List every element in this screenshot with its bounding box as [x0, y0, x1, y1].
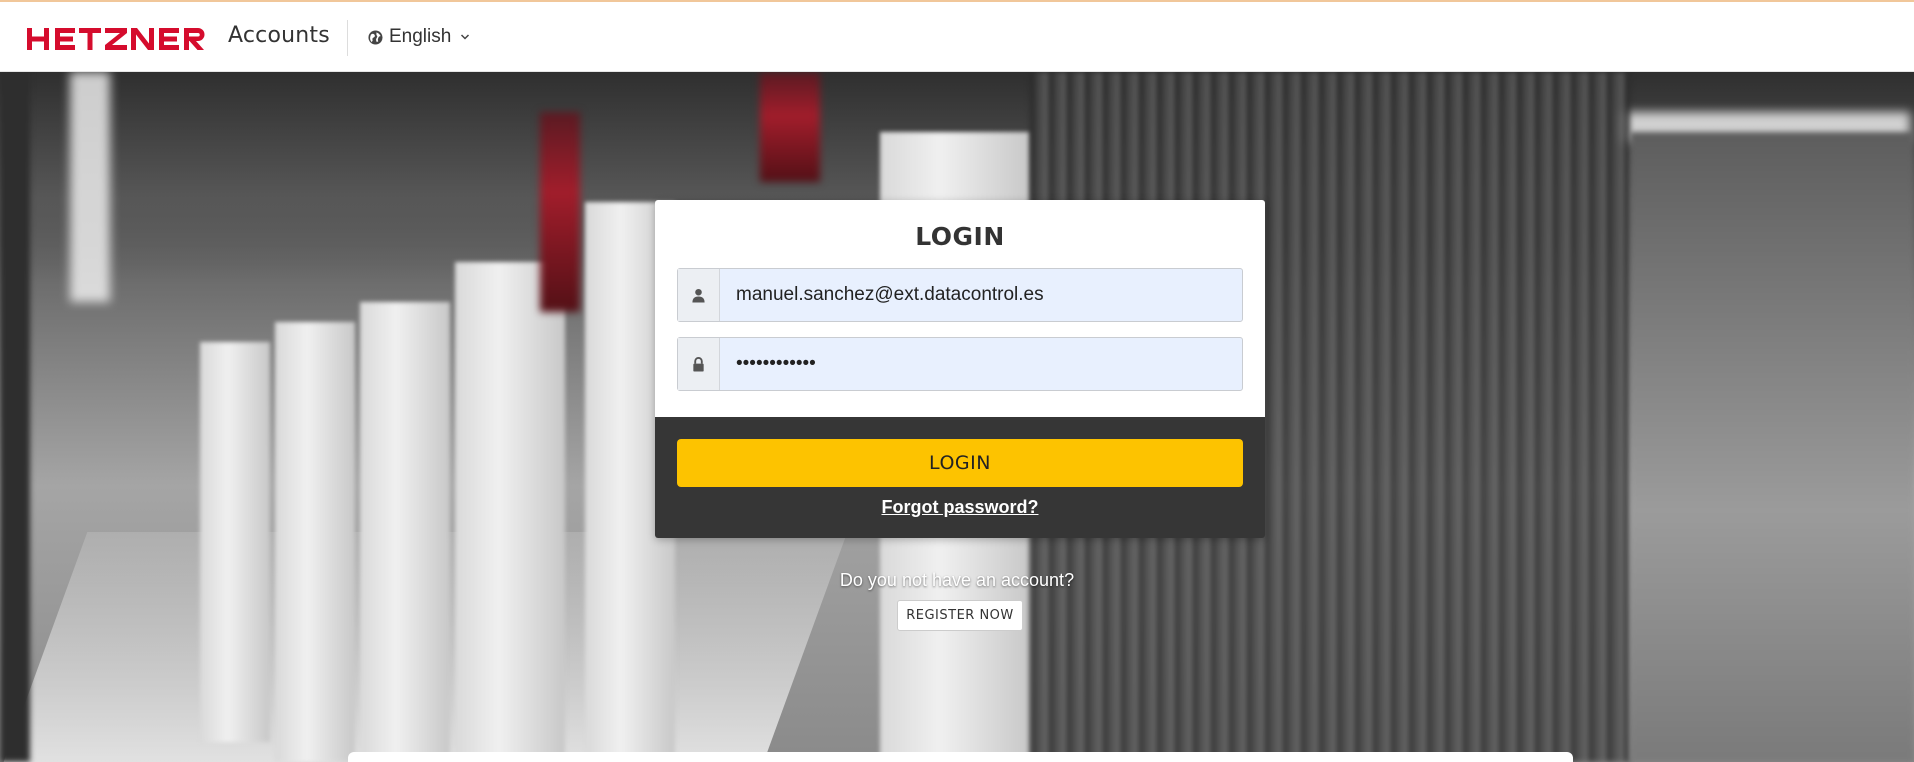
login-card: LOGIN LOGIN Forgot password? [655, 200, 1265, 538]
username-addon [678, 269, 720, 321]
username-input[interactable] [720, 269, 1242, 321]
user-icon [692, 288, 705, 303]
background-left-edge [0, 72, 30, 762]
top-header: Accounts English [0, 2, 1914, 72]
language-label: English [389, 26, 452, 47]
hetzner-logo[interactable] [27, 24, 217, 54]
background-light [70, 72, 110, 302]
bottom-panel-edge [348, 752, 1573, 762]
password-addon [678, 338, 720, 390]
chevron-down-icon [461, 34, 470, 40]
background-red-light [540, 112, 580, 312]
language-selector[interactable]: English [368, 26, 470, 48]
hetzner-logo-wordmark [27, 28, 205, 50]
globe-icon [368, 29, 383, 45]
no-account-prompt: Do you not have an account? [839, 570, 1075, 590]
login-form: LOGIN [655, 200, 1265, 417]
password-input[interactable] [720, 338, 1242, 390]
username-field [677, 268, 1243, 322]
header-divider [347, 20, 348, 56]
background-red-light [760, 72, 820, 182]
background-rack [275, 322, 355, 762]
background-rack [455, 262, 565, 762]
password-field [677, 337, 1243, 391]
background-rack [200, 342, 270, 742]
background-rack [360, 302, 450, 762]
lock-icon [693, 356, 704, 372]
app-name: Accounts [228, 23, 330, 48]
forgot-password-link[interactable]: Forgot password? [677, 497, 1243, 518]
login-title: LOGIN [915, 222, 1005, 251]
login-actions: LOGIN Forgot password? [655, 417, 1265, 538]
register-now-button[interactable]: REGISTER NOW [897, 600, 1023, 631]
login-button[interactable]: LOGIN [677, 439, 1243, 487]
background-right-wall [1630, 132, 1914, 762]
